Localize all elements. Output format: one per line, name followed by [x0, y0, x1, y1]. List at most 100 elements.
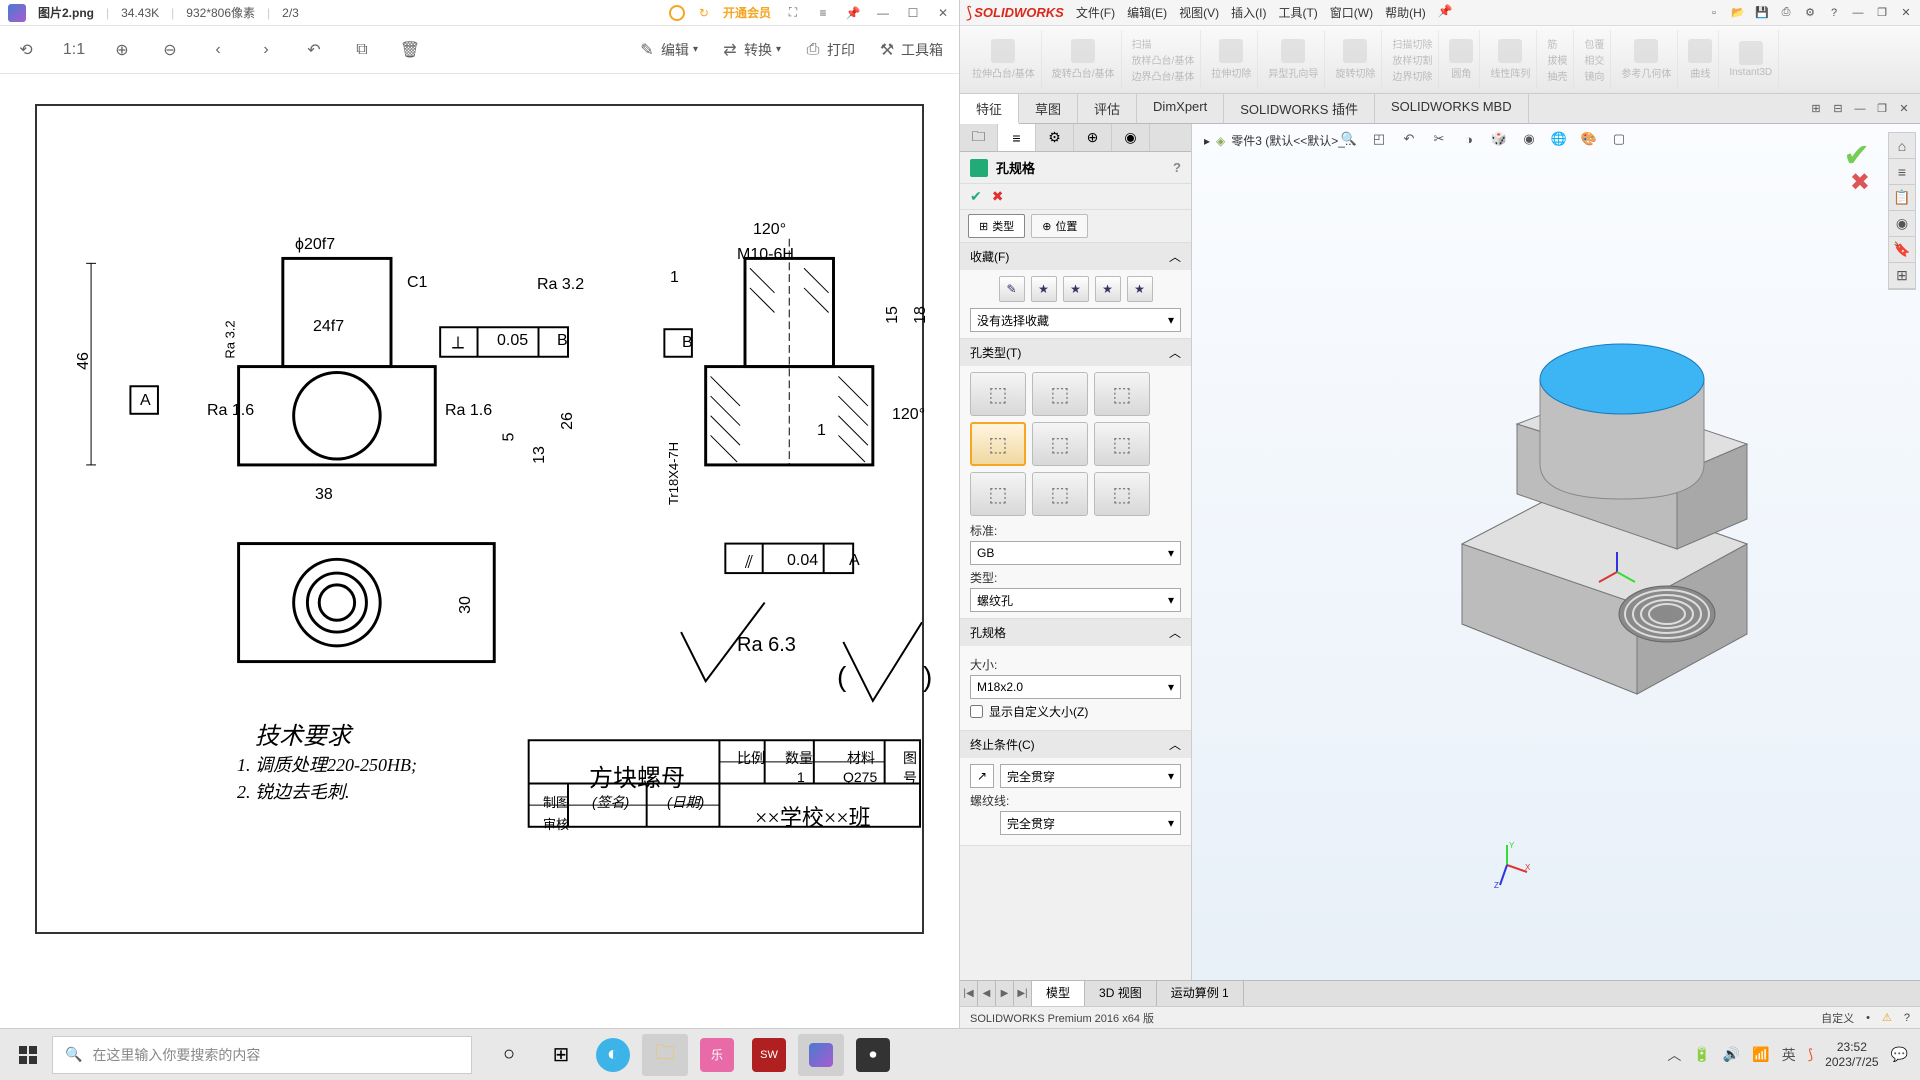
side-notes-icon[interactable]: 📋	[1889, 185, 1915, 211]
standard-dropdown[interactable]: GB▾	[970, 541, 1181, 565]
recorder-icon[interactable]: ⏺	[856, 1038, 890, 1072]
hole-type-legacy[interactable]: ⬚	[1094, 422, 1150, 466]
ribbon-extrude[interactable]: 拉伸凸台/基体	[966, 30, 1042, 89]
restore-child-icon[interactable]: ❐	[1874, 101, 1890, 117]
hole-type-slot2[interactable]: ⬚	[1032, 472, 1088, 516]
status-help-icon[interactable]: ?	[1904, 1012, 1910, 1024]
section-hole-type[interactable]: 孔类型(T)︿	[960, 339, 1191, 366]
options-icon[interactable]: ⚙	[1802, 5, 1818, 21]
app1-icon[interactable]: 乐	[700, 1038, 734, 1072]
ribbon-cut-extrude[interactable]: 拉伸切除	[1205, 30, 1258, 89]
close-icon[interactable]: ✕	[935, 5, 951, 21]
minimize-child-icon[interactable]: —	[1852, 101, 1868, 117]
display-mode-icon[interactable]: ◉	[1518, 128, 1540, 150]
panel-tab-feature-tree[interactable]: 🗀	[960, 124, 998, 151]
side-custom-icon[interactable]: ⊞	[1889, 263, 1915, 289]
menu-tools[interactable]: 工具(T)	[1278, 4, 1317, 21]
ribbon-fillet[interactable]: 圆角	[1443, 30, 1480, 89]
pin-menu-icon[interactable]: 📌	[1438, 4, 1453, 21]
help-icon[interactable]: ?	[1826, 5, 1842, 21]
end-cond-dropdown[interactable]: 完全贯穿▾	[1000, 764, 1181, 788]
clock[interactable]: 23:52 2023/7/25	[1825, 1040, 1878, 1069]
confirm-cancel-button[interactable]: ✖	[992, 188, 1004, 205]
side-layers-icon[interactable]: ≡	[1889, 159, 1915, 185]
save-icon[interactable]: 💾	[1754, 5, 1770, 21]
notification-icon[interactable]: 💬	[1891, 1046, 1908, 1063]
collapse-icon[interactable]: ⊟	[1830, 101, 1846, 117]
fav-icon-3[interactable]: ★	[1063, 276, 1089, 302]
hole-type-slot3[interactable]: ⬚	[1094, 472, 1150, 516]
minimize-icon[interactable]: —	[1850, 5, 1866, 21]
ribbon-refgeom[interactable]: 参考几何体	[1615, 30, 1678, 89]
edit-button[interactable]: ✎编辑▾	[637, 40, 698, 60]
menu-insert[interactable]: 插入(I)	[1231, 4, 1266, 21]
ribbon-wrap[interactable]: 包覆相交镜向	[1578, 30, 1611, 89]
fav-icon-2[interactable]: ★	[1031, 276, 1057, 302]
end-direction-icon[interactable]: ↗	[970, 764, 994, 788]
ribbon-revolve[interactable]: 旋转凸台/基体	[1046, 30, 1122, 89]
tab-plugin[interactable]: SOLIDWORKS 插件	[1224, 94, 1375, 123]
hole-type-pipe[interactable]: ⬚	[1032, 422, 1088, 466]
copy-tool[interactable]: ⧉	[352, 40, 372, 60]
print-icon[interactable]: ⎙	[1778, 5, 1794, 21]
undo-tool[interactable]: ↶	[304, 40, 324, 60]
vip-button[interactable]: 开通会员	[723, 4, 771, 21]
section-favorites[interactable]: 收藏(F)︿	[960, 243, 1191, 270]
viewport-icon[interactable]: ▢	[1608, 128, 1630, 150]
ribbon-hole-wizard[interactable]: 异型孔向导	[1262, 30, 1325, 89]
ribbon-curves[interactable]: 曲线	[1682, 30, 1719, 89]
section-hole-spec[interactable]: 孔规格︿	[960, 619, 1191, 646]
appearance-icon[interactable]: 🎨	[1578, 128, 1600, 150]
tab-dimxpert[interactable]: DimXpert	[1137, 94, 1224, 123]
tray-chevron-icon[interactable]: ︿	[1667, 1045, 1681, 1065]
close-child-icon[interactable]: ✕	[1896, 101, 1912, 117]
menu-help[interactable]: 帮助(H)	[1385, 4, 1426, 21]
menu-file[interactable]: 文件(F)	[1076, 4, 1115, 21]
status-custom[interactable]: 自定义	[1821, 1010, 1854, 1026]
close-icon[interactable]: ✕	[1898, 5, 1914, 21]
btab-3dview[interactable]: 3D 视图	[1085, 981, 1157, 1006]
zoom-fit-icon[interactable]: 🔍	[1338, 128, 1360, 150]
3d-viewport[interactable]: ▸◈零件3 (默认<<默认>_... 🔍 ◰ ↶ ✂ ◑ 🎲 ◉ 🌐 🎨 ▢ ✔…	[1192, 124, 1920, 980]
print-button[interactable]: ⎙打印	[803, 40, 855, 60]
menu-edit[interactable]: 编辑(E)	[1127, 4, 1167, 21]
hole-type-countersink[interactable]: ⬚	[1032, 372, 1088, 416]
custom-size-checkbox[interactable]	[970, 705, 983, 718]
new-doc-icon[interactable]: ▫	[1706, 5, 1722, 21]
reject-feature-button[interactable]: ✖	[1850, 168, 1870, 197]
refresh-icon[interactable]: ↻	[699, 6, 709, 20]
btab-last[interactable]: ▶|	[1014, 981, 1032, 1006]
next-tool[interactable]: ›	[256, 40, 276, 60]
btab-motion[interactable]: 运动算例 1	[1157, 981, 1244, 1006]
fav-icon-4[interactable]: ★	[1095, 276, 1121, 302]
fit-tool[interactable]: 1:1	[64, 40, 84, 60]
hole-type-counterbore[interactable]: ⬚	[970, 372, 1026, 416]
subtab-position[interactable]: ⊕位置	[1031, 214, 1088, 238]
section-end-cond[interactable]: 终止条件(C)︿	[960, 731, 1191, 758]
thread-dropdown[interactable]: 完全贯穿▾	[1000, 811, 1181, 835]
side-home-icon[interactable]: ⌂	[1889, 133, 1915, 159]
panel-tab-dimxpert[interactable]: ⊕	[1074, 124, 1112, 151]
ribbon-pattern[interactable]: 线性阵列	[1484, 30, 1537, 89]
tab-sketch[interactable]: 草图	[1019, 94, 1078, 123]
side-materials-icon[interactable]: ◉	[1889, 211, 1915, 237]
ribbon-instant3d[interactable]: Instant3D	[1723, 30, 1779, 89]
ribbon-sweep-cut[interactable]: 扫描切除放样切割边界切除	[1386, 30, 1439, 89]
tab-feature[interactable]: 特征	[960, 94, 1019, 124]
sogou-icon[interactable]: ⟆	[1808, 1046, 1813, 1063]
fav-icon-5[interactable]: ★	[1127, 276, 1153, 302]
prev-view-icon[interactable]: ↶	[1398, 128, 1420, 150]
rotate-tool[interactable]: ⟲	[16, 40, 36, 60]
cortana-icon[interactable]: ○	[486, 1034, 532, 1076]
btab-prev[interactable]: ◀	[978, 981, 996, 1006]
subtab-type[interactable]: ⊞类型	[968, 214, 1025, 238]
expand-icon[interactable]: ⊞	[1808, 101, 1824, 117]
size-dropdown[interactable]: M18x2.0▾	[970, 675, 1181, 699]
wifi-icon[interactable]: 📶	[1752, 1046, 1769, 1063]
open-icon[interactable]: 📂	[1730, 5, 1746, 21]
hole-type-hole[interactable]: ⬚	[1094, 372, 1150, 416]
panel-tab-config[interactable]: ⚙	[1036, 124, 1074, 151]
tab-mbd[interactable]: SOLIDWORKS MBD	[1375, 94, 1529, 123]
menu-view[interactable]: 视图(V)	[1179, 4, 1219, 21]
scene-icon[interactable]: 🌐	[1548, 128, 1570, 150]
